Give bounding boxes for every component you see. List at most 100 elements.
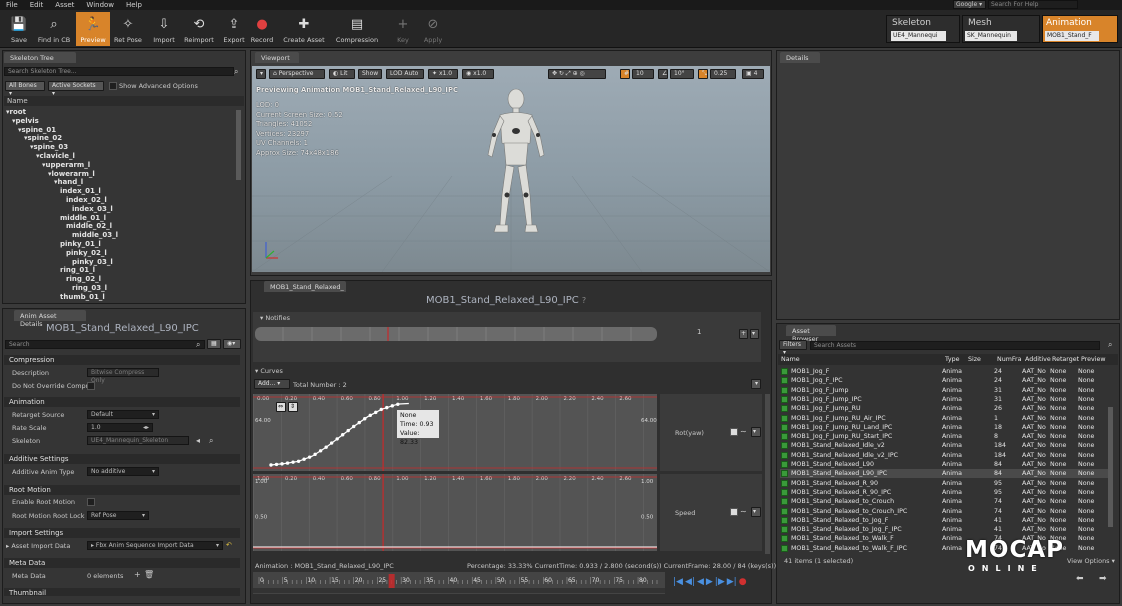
nav-forward-icon[interactable]: ➡ bbox=[1099, 574, 1107, 584]
rot-yaw-checkbox[interactable] bbox=[730, 428, 738, 436]
enable-root-motion-checkbox[interactable] bbox=[87, 498, 95, 506]
bone-item[interactable]: ring_02_l bbox=[66, 275, 101, 283]
notify-track-menu[interactable]: ▾ bbox=[750, 329, 759, 339]
section-additive[interactable]: Additive Settings bbox=[4, 454, 240, 464]
key-button[interactable]: + Key bbox=[386, 12, 420, 46]
speed-menu[interactable]: ▾ bbox=[751, 507, 761, 517]
bone-item[interactable]: ring_01_l bbox=[60, 266, 95, 274]
asset-row[interactable]: MOB1_Stand_Relaxed_to_Crouch Anima 74 AAT_N… bbox=[780, 497, 1110, 506]
curve-type-icon[interactable]: ∼ bbox=[740, 507, 747, 516]
trash-icon[interactable]: 🗑 bbox=[144, 570, 154, 579]
bone-item[interactable]: index_03_l bbox=[72, 205, 113, 213]
preview-button[interactable]: 🏃 Preview bbox=[76, 12, 110, 46]
section-root-motion[interactable]: Root Motion bbox=[4, 485, 240, 495]
bone-item[interactable]: index_01_l bbox=[60, 187, 101, 195]
bone-item[interactable]: middle_01_l bbox=[60, 214, 106, 222]
help-search-input[interactable]: Search For Help bbox=[988, 0, 1078, 9]
skeleton-search-input[interactable]: Search Skeleton Tree... bbox=[4, 67, 234, 76]
nav-back-icon[interactable]: ⬅ bbox=[1076, 574, 1084, 584]
bone-item[interactable]: ▾spine_02 bbox=[24, 134, 62, 142]
menu-edit[interactable]: Edit bbox=[24, 1, 50, 9]
rotation-snap-value[interactable]: 10° bbox=[670, 69, 694, 79]
bone-item[interactable]: ▾hand_l bbox=[54, 178, 83, 186]
ret-pose-button[interactable]: ✧ Ret Pose bbox=[111, 12, 145, 46]
asset-row[interactable]: MOB1_Stand_Relaxed_Idle_v2 Anima 184 AAT_No… bbox=[780, 441, 1110, 450]
rate-scale-input[interactable]: 1.0 ◂▸ bbox=[87, 423, 153, 432]
bone-item[interactable]: ▾spine_03 bbox=[30, 143, 68, 151]
asset-row[interactable]: MOB1_Jog_F_Jump_RU_Land_IPC Anima 18 AAT_No… bbox=[780, 423, 1110, 432]
viewport-menu-button[interactable]: ▾ bbox=[256, 69, 266, 79]
section-import-settings[interactable]: Import Settings bbox=[4, 528, 240, 538]
asset-row[interactable]: MOB1_Stand_Relaxed_L90 Anima 84 AAT_No None N… bbox=[780, 460, 1110, 469]
skip-to-end-icon[interactable]: ▶| bbox=[727, 577, 737, 587]
section-compression[interactable]: Compression bbox=[4, 355, 240, 365]
skeleton-mode-button[interactable]: Skeleton UE4_Mannequi bbox=[886, 15, 960, 43]
asset-row[interactable]: MOB1_Stand_Relaxed_to_Crouch_IPC Anima 74 A… bbox=[780, 507, 1110, 516]
bone-item[interactable]: ▾clavicle_l bbox=[36, 152, 75, 160]
play-icon[interactable]: ▶ bbox=[706, 577, 713, 587]
asset-row[interactable]: MOB1_Jog_F_Jump Anima 31 AAT_No None None bbox=[780, 386, 1110, 395]
skeleton-scrollbar[interactable] bbox=[236, 110, 241, 180]
col-name[interactable]: Name bbox=[781, 356, 800, 363]
tab-sequence[interactable]: MOB1_Stand_Relaxed_ bbox=[264, 281, 346, 292]
lit-button[interactable]: ◐ Lit bbox=[329, 69, 355, 79]
bone-item[interactable]: index_02_l bbox=[66, 196, 107, 204]
grid-size-value[interactable]: 10 bbox=[632, 69, 654, 79]
col-preview[interactable]: Preview bbox=[1081, 356, 1106, 363]
tab-asset-browser[interactable]: Asset Browser bbox=[786, 325, 836, 343]
bone-item[interactable]: pinky_02_l bbox=[66, 249, 107, 257]
no-override-checkbox[interactable] bbox=[87, 382, 95, 390]
asset-row[interactable]: MOB1_Stand_Relaxed_Idle_v2_IPC Anima 184 AA… bbox=[780, 451, 1110, 460]
additive-type-dropdown[interactable]: No additive ▾ bbox=[87, 467, 159, 476]
asset-row[interactable]: MOB1_Stand_Relaxed_R_90_IPC Anima 95 AAT_No… bbox=[780, 488, 1110, 497]
asset-row[interactable]: MOB1_Jog_F Anima 24 AAT_No None None bbox=[780, 367, 1110, 376]
rotation-snap-icon[interactable]: ∠ bbox=[658, 69, 668, 79]
curve-type-icon[interactable]: ∼ bbox=[740, 427, 747, 436]
sockets-filter-dropdown[interactable]: Active Sockets ▾ bbox=[48, 81, 104, 97]
menu-file[interactable]: File bbox=[0, 1, 24, 9]
play-reverse-icon[interactable]: ◀ bbox=[697, 577, 704, 587]
apply-button[interactable]: ⊘ Apply bbox=[416, 12, 450, 46]
asset-row[interactable]: MOB1_Jog_F_Jump_RU_Air_IPC Anima 1 AAT_No No… bbox=[780, 414, 1110, 423]
retarget-source-dropdown[interactable]: Default ▾ bbox=[87, 410, 159, 419]
details-search-input[interactable]: Search bbox=[5, 340, 205, 349]
col-retarget[interactable]: Retarget bbox=[1052, 356, 1079, 363]
fit-vertical-icon[interactable]: ⇕ bbox=[288, 402, 298, 412]
advanced-options-checkbox[interactable] bbox=[109, 82, 117, 90]
view-options-button[interactable]: View Options ▾ bbox=[1067, 557, 1115, 565]
grid-snap-icon[interactable]: # bbox=[620, 69, 630, 79]
root-lock-dropdown[interactable]: Ref Pose ▾ bbox=[87, 511, 149, 520]
curves-menu-button[interactable]: ▾ bbox=[751, 379, 761, 389]
rot-yaw-menu[interactable]: ▾ bbox=[751, 427, 761, 437]
col-additive[interactable]: Additive bbox=[1025, 356, 1051, 363]
playback-speed-button[interactable]: ✦ x1.0 bbox=[428, 69, 458, 79]
create-asset-button[interactable]: ✚ Create Asset bbox=[283, 12, 325, 46]
bone-item[interactable]: ▾root bbox=[6, 108, 26, 116]
reset-arrow-icon[interactable]: ↶ bbox=[226, 541, 232, 549]
asset-search-input[interactable]: Search Assets bbox=[810, 341, 1100, 350]
compression-button[interactable]: ▤ Compression bbox=[335, 12, 379, 46]
bone-item[interactable]: middle_03_l bbox=[72, 231, 118, 239]
perspective-button[interactable]: ⌂ Perspective bbox=[269, 69, 325, 79]
eye-visibility-icon[interactable]: ◉▾ bbox=[223, 339, 241, 349]
bones-filter-dropdown[interactable]: All Bones ▾ bbox=[5, 81, 45, 97]
asset-row[interactable]: MOB1_Jog_F_Jump_RU Anima 26 AAT_No None None bbox=[780, 404, 1110, 413]
reimport-button[interactable]: ⟲ Reimport bbox=[182, 12, 216, 46]
record-icon[interactable]: ● bbox=[739, 577, 747, 587]
add-curve-button[interactable]: Add... ▾ bbox=[254, 379, 290, 389]
asset-row[interactable]: MOB1_Stand_Relaxed_to_Jog_F_IPC Anima 41 AA… bbox=[780, 525, 1110, 534]
scale-snap-icon[interactable]: ⤡ bbox=[698, 69, 708, 79]
transform-tools[interactable]: ✥ ↻ ⤢ ⊕ ◎ bbox=[548, 69, 606, 79]
skip-to-start-icon[interactable]: |◀ bbox=[673, 577, 683, 587]
arrow-left-icon[interactable]: ◂ bbox=[196, 436, 200, 445]
tab-viewport[interactable]: Viewport bbox=[255, 52, 299, 63]
turntable-speed-button[interactable]: ◉ x1.0 bbox=[462, 69, 494, 79]
speed-checkbox[interactable] bbox=[730, 508, 738, 516]
filters-dropdown[interactable]: Filters ▾ bbox=[779, 340, 807, 356]
asset-row[interactable]: MOB1_Stand_Relaxed_to_Jog_F Anima 41 AAT_No… bbox=[780, 516, 1110, 525]
record-button[interactable]: ● Record bbox=[245, 12, 279, 46]
step-forward-icon[interactable]: |▶ bbox=[715, 577, 725, 587]
step-back-icon[interactable]: ◀| bbox=[685, 577, 695, 587]
save-button[interactable]: 💾 Save bbox=[2, 12, 36, 46]
col-type[interactable]: Type bbox=[945, 356, 959, 363]
